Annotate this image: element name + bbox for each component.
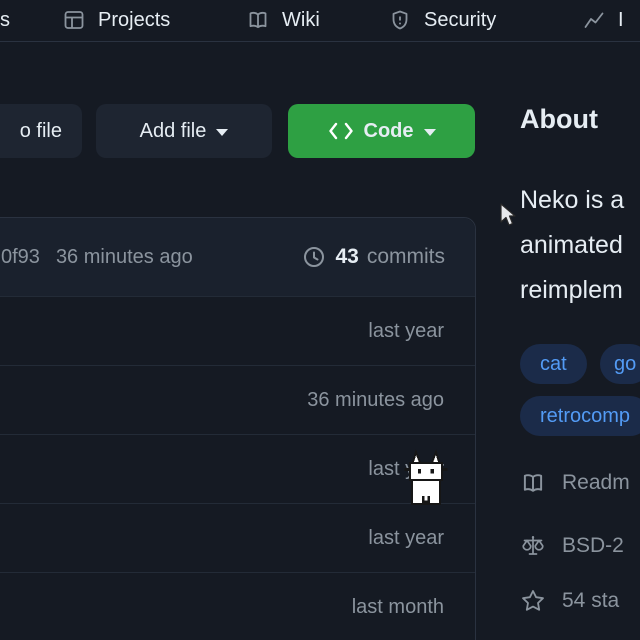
license-link[interactable]: BSD-2 [520, 533, 624, 559]
commit-hash: 0f93 [1, 246, 40, 269]
add-file-label: Add file [140, 120, 207, 143]
insights-graph-icon [582, 8, 606, 32]
file-row[interactable]: last year [0, 296, 475, 365]
mouse-cursor [500, 203, 518, 229]
chevron-down-icon [424, 129, 436, 136]
tab-insights[interactable]: I [582, 0, 624, 40]
repo-tab-nav: s Projects Wiki Security [0, 0, 640, 42]
latest-commit-info: 0f93 36 minutes ago [1, 246, 193, 269]
topic-tag-go[interactable]: go [600, 344, 640, 384]
go-to-file-button[interactable]: o file [0, 104, 82, 158]
stars-link[interactable]: 54 sta [520, 588, 619, 614]
readme-link[interactable]: Readm [520, 470, 630, 496]
neko-cat-sprite [403, 447, 449, 509]
commit-bar[interactable]: 0f93 36 minutes ago 43 commits [0, 218, 475, 296]
file-row-timestamp: last month [352, 596, 444, 619]
tab-projects[interactable]: Projects [62, 0, 170, 40]
tab-insights-label: I [618, 9, 624, 32]
tab-wiki[interactable]: Wiki [246, 0, 320, 40]
readme-label: Readm [562, 471, 630, 495]
code-icon [328, 120, 354, 142]
file-row-timestamp: last year [368, 320, 444, 343]
about-description-line: reimplem [520, 268, 624, 313]
tab-security-label: Security [424, 9, 496, 32]
tab-projects-label: Projects [98, 9, 170, 32]
add-file-button[interactable]: Add file [96, 104, 272, 158]
commit-history-link[interactable]: 43 commits [301, 244, 445, 270]
file-row[interactable]: last year [0, 503, 475, 572]
about-description-line: Neko is a [520, 178, 624, 223]
security-shield-icon [388, 8, 412, 32]
about-description: Neko is a animated reimplem [520, 178, 624, 313]
license-scales-icon [520, 533, 546, 559]
license-label: BSD-2 [562, 534, 624, 558]
file-list-panel: 0f93 36 minutes ago 43 commits last year… [0, 217, 476, 640]
about-description-line: animated [520, 223, 624, 268]
commit-time: 36 minutes ago [56, 246, 193, 269]
projects-icon [62, 8, 86, 32]
code-button-label: Code [364, 120, 414, 143]
stars-label: 54 sta [562, 589, 619, 613]
file-row-timestamp: last year [368, 527, 444, 550]
commit-count: 43 [335, 245, 358, 269]
topic-tag-retrocomputing[interactable]: retrocomp [520, 396, 640, 436]
file-row-timestamp: 36 minutes ago [307, 389, 444, 412]
history-clock-icon [301, 244, 327, 270]
about-title: About [520, 104, 598, 135]
file-row[interactable]: 36 minutes ago [0, 365, 475, 434]
star-icon [520, 588, 546, 614]
code-button[interactable]: Code [288, 104, 475, 158]
file-row[interactable]: last month [0, 572, 475, 640]
wiki-icon [246, 8, 270, 32]
tab-wiki-label: Wiki [282, 9, 320, 32]
go-to-file-label: o file [20, 120, 62, 143]
github-repo-page: s Projects Wiki Security [0, 0, 640, 640]
tab-actions-label-fragment[interactable]: s [0, 0, 10, 40]
chevron-down-icon [216, 129, 228, 136]
commit-count-label: commits [367, 245, 445, 269]
readme-book-icon [520, 470, 546, 496]
tab-security[interactable]: Security [388, 0, 496, 40]
topic-tag-cat[interactable]: cat [520, 344, 587, 384]
